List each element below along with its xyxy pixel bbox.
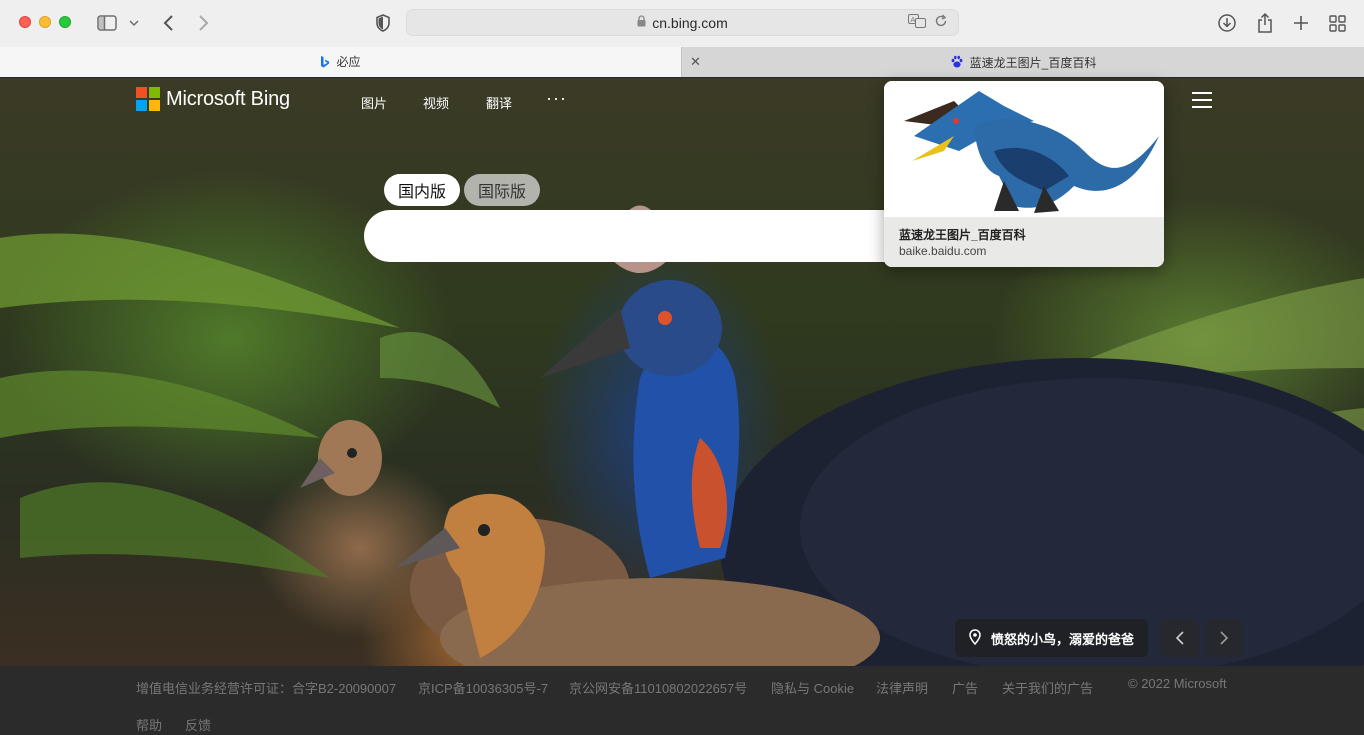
tab-label: 必应 (336, 55, 361, 69)
footer-icp-link[interactable]: 京ICP备10036305号-7 (418, 678, 548, 697)
footer-police-link[interactable]: 京公网安备11010802022657号 (569, 678, 747, 697)
preview-url: baike.baidu.com (899, 244, 987, 258)
forward-icon[interactable] (196, 11, 212, 35)
minimize-window-button[interactable] (39, 16, 51, 28)
footer-ads-link[interactable]: 广告 (952, 678, 978, 697)
previous-image-button[interactable] (1161, 619, 1199, 657)
footer-privacy-link[interactable]: 隐私与 Cookie (771, 678, 854, 697)
footer-copyright: © 2022 Microsoft (1128, 676, 1227, 691)
footer-help-link[interactable]: 帮助 (136, 715, 162, 734)
share-icon[interactable] (1255, 11, 1275, 35)
tab-preview-popover[interactable]: 蓝速龙王图片_百度百科 baike.baidu.com (884, 81, 1164, 267)
tab-baidu[interactable]: ✕ 蓝速龙王图片_百度百科 (681, 47, 1364, 77)
nav-videos[interactable]: 视频 (423, 93, 449, 112)
dragon-image (904, 91, 1159, 213)
address-bar-url: cn.bing.com (652, 14, 728, 31)
footer-about-ads-link[interactable]: 关于我们的广告 (1002, 678, 1093, 697)
zoom-window-button[interactable] (59, 16, 71, 28)
svg-text:A: A (911, 16, 916, 24)
new-tab-icon[interactable] (1291, 11, 1311, 35)
tab-bar: 必应 ✕ 蓝速龙王图片_百度百科 (0, 47, 1364, 77)
reload-icon[interactable] (934, 14, 948, 31)
page-footer: 增值电信业务经营许可证：合字B2-20090007 京ICP备10036305号… (0, 666, 1364, 735)
nav-images[interactable]: 图片 (361, 93, 387, 112)
scope-domestic-tab[interactable]: 国内版 (384, 174, 460, 206)
bing-favicon-icon (321, 55, 330, 67)
location-pin-icon (969, 628, 981, 648)
caption-text: 愤怒的小鸟，溺爱的爸爸 (991, 631, 1135, 647)
preview-title: 蓝速龙王图片_百度百科 (899, 228, 1026, 242)
close-window-button[interactable] (19, 16, 31, 28)
back-icon[interactable] (160, 11, 176, 35)
footer-license-link[interactable]: 增值电信业务经营许可证：合字B2-20090007 (136, 678, 396, 697)
microsoft-logo-icon (136, 87, 160, 111)
menu-hamburger-icon[interactable] (1192, 92, 1212, 113)
preview-thumbnail (884, 81, 1164, 215)
chevron-down-icon[interactable] (128, 11, 140, 35)
scope-international-tab[interactable]: 国际版 (464, 174, 540, 206)
footer-legal-link[interactable]: 法律声明 (876, 678, 928, 697)
lock-icon (637, 15, 646, 30)
translate-icon[interactable]: A (908, 14, 926, 31)
nav-translate[interactable]: 翻译 (486, 93, 512, 112)
tab-overview-icon[interactable] (1327, 11, 1347, 35)
footer-feedback-link[interactable]: 反馈 (185, 715, 211, 734)
tab-label: 蓝速龙王图片_百度百科 (969, 55, 1097, 70)
address-bar[interactable]: cn.bing.com A (406, 9, 959, 36)
browser-toolbar: cn.bing.com A (0, 0, 1364, 47)
chevron-left-icon (1175, 631, 1184, 645)
close-tab-icon[interactable]: ✕ (690, 54, 701, 70)
chevron-right-icon (1220, 631, 1229, 645)
next-image-button[interactable] (1205, 619, 1243, 657)
bing-logo[interactable]: Microsoft Bing (136, 87, 290, 111)
search-input[interactable] (364, 210, 964, 262)
logo-text: Microsoft Bing (166, 87, 290, 110)
baidu-paw-icon (951, 55, 963, 68)
downloads-icon[interactable] (1217, 11, 1237, 35)
sidebar-toggle-icon[interactable] (96, 11, 118, 35)
image-caption[interactable]: 愤怒的小鸟，溺爱的爸爸 (955, 619, 1149, 657)
nav-more-button[interactable]: ··· (546, 88, 567, 109)
tab-bing[interactable]: 必应 (0, 47, 681, 77)
preview-info: 蓝速龙王图片_百度百科 baike.baidu.com (884, 217, 1164, 267)
privacy-shield-icon[interactable] (374, 11, 392, 35)
